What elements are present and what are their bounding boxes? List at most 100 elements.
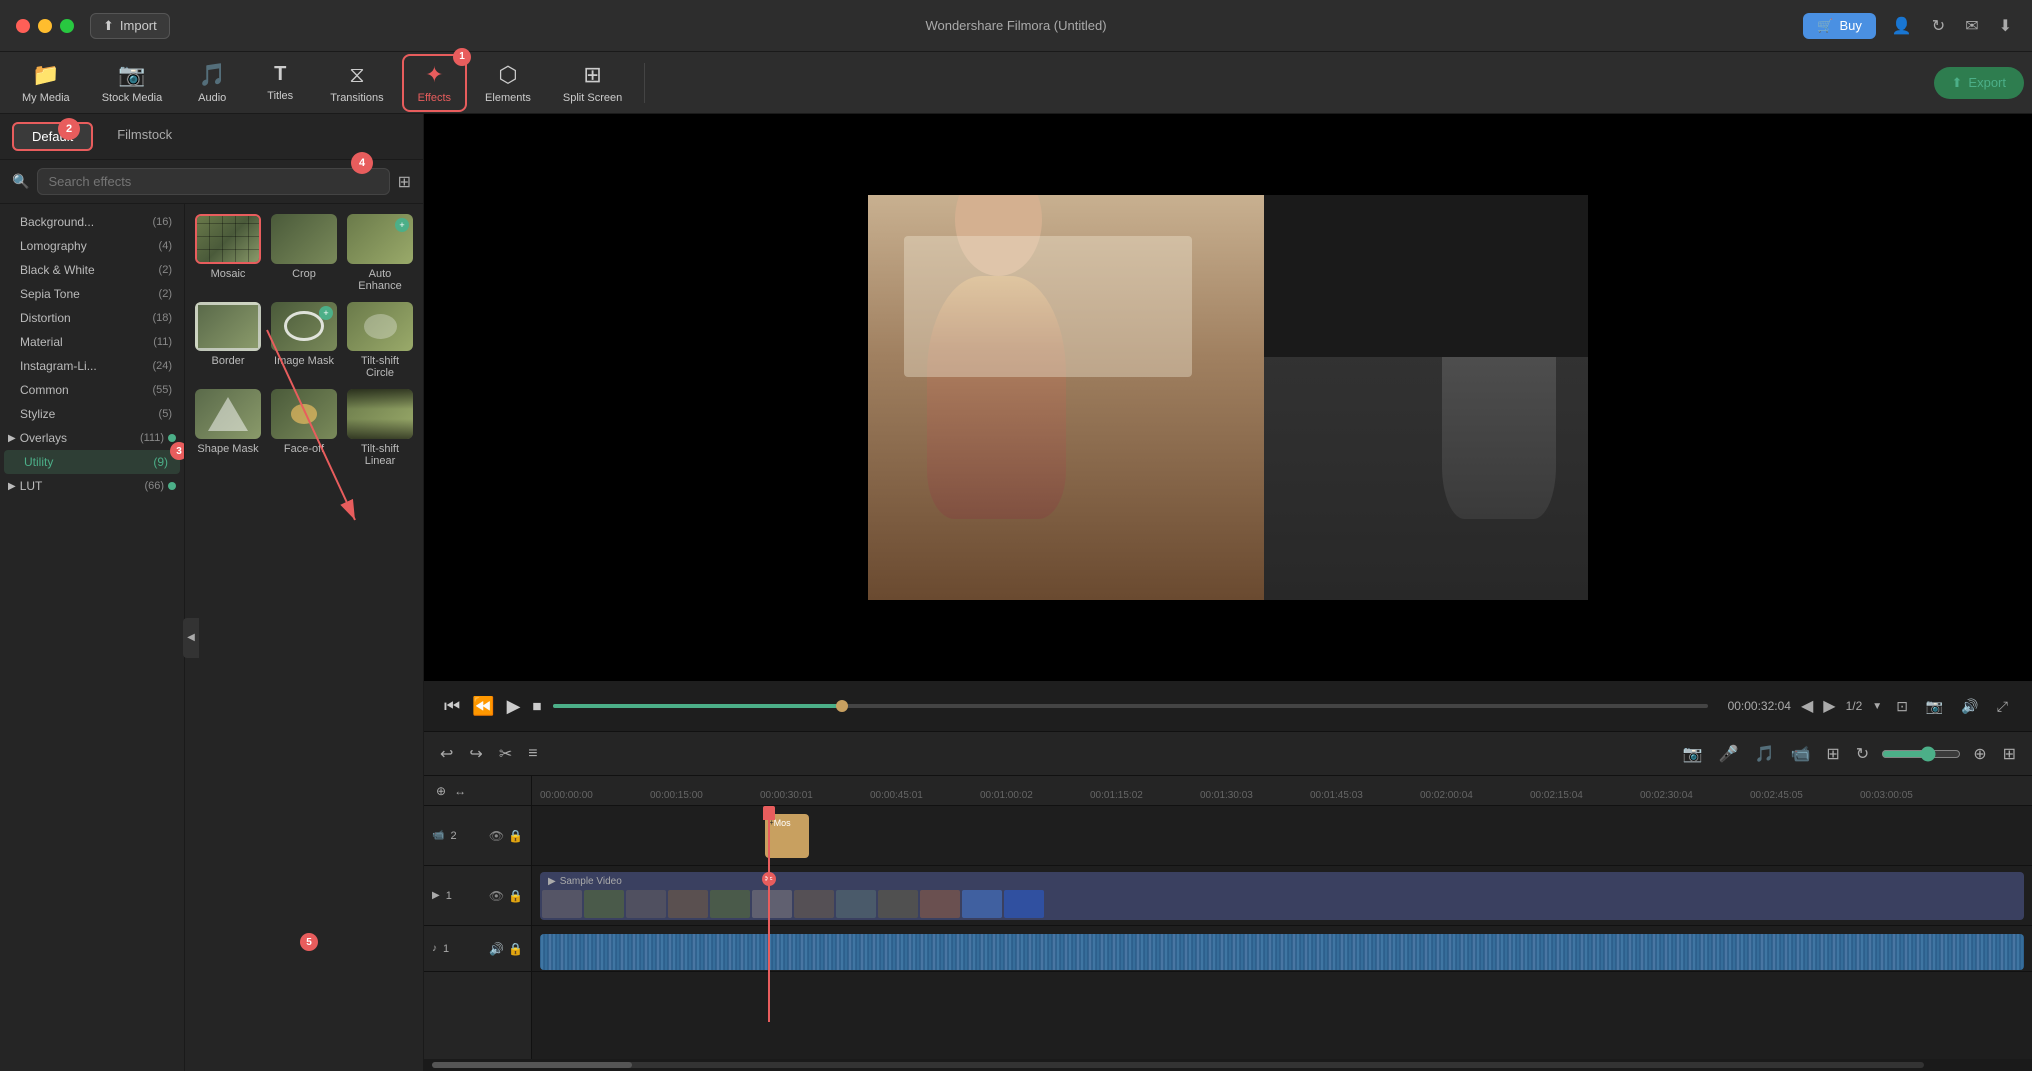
track-eye-button[interactable]: 👁: [489, 829, 504, 843]
audio-clip[interactable]: [540, 934, 2024, 970]
toolbar-stock-media[interactable]: 📷 Stock Media: [88, 56, 177, 110]
add-track-button[interactable]: ⊕: [432, 780, 450, 802]
effect-image-mask-thumb[interactable]: +: [271, 302, 337, 352]
camera-icon[interactable]: 📷: [1679, 740, 1707, 768]
track-label-effect: 📹 2 👁 🔒: [424, 806, 531, 866]
settings-tool-button[interactable]: ≡: [524, 741, 541, 767]
effect-shape-mask-thumb[interactable]: [195, 389, 261, 439]
category-lomography[interactable]: Lomography (4): [0, 234, 184, 258]
overlays-arrow-icon: ▶: [8, 433, 16, 444]
grid-view-icon[interactable]: ⊞: [398, 172, 411, 192]
category-material[interactable]: Material (11): [0, 330, 184, 354]
audio-track-lock-button[interactable]: 🔒: [508, 942, 523, 956]
search-input[interactable]: [37, 168, 389, 195]
effect-border[interactable]: Border: [195, 302, 261, 380]
elements-label: Elements: [485, 92, 531, 104]
effect-auto-enhance[interactable]: + Auto Enhance: [347, 214, 413, 292]
speed-dropdown-icon[interactable]: ▼: [1872, 701, 1882, 712]
effect-border-thumb[interactable]: [195, 302, 261, 352]
tab-default[interactable]: Default: [12, 122, 93, 151]
close-button[interactable]: [16, 19, 30, 33]
snap-button[interactable]: ↔: [450, 780, 470, 802]
tab-filmstock[interactable]: Filmstock: [99, 122, 190, 151]
cut-button[interactable]: ✂: [495, 740, 516, 768]
category-common[interactable]: Common (55): [0, 378, 184, 402]
grid-timeline-icon[interactable]: ⊞: [1999, 740, 2020, 768]
toolbar-elements[interactable]: ⬡ Elements: [471, 56, 545, 110]
toolbar-titles[interactable]: T Titles: [248, 57, 312, 108]
effect-face-off[interactable]: Face-off: [271, 389, 337, 467]
category-instagram[interactable]: Instagram-Li... (24): [0, 354, 184, 378]
effect-face-off-thumb[interactable]: [271, 389, 337, 439]
audio-icon: 🎵: [199, 62, 226, 88]
category-utility[interactable]: Utility (9) 3: [4, 450, 180, 474]
track-label-audio: ♪ 1 🔊 🔒: [424, 926, 531, 972]
settings-icon[interactable]: ⬇: [1995, 12, 2016, 40]
fullscreen-button[interactable]: ⤢: [1993, 694, 2012, 719]
effect-tilt-shift-circle-thumb[interactable]: [347, 302, 413, 352]
export-button[interactable]: ⬆ Export: [1934, 67, 2024, 99]
preview-area: ⏮ ⏪ ▶ ⏹ 00:00:32:04 ◀ ▶ 1/2 ▼ ⊡ 📷 🔊 ⤢: [424, 114, 2032, 1071]
split-tool-icon[interactable]: ⊞: [1822, 740, 1843, 768]
timeline-tracks[interactable]: 00:00:00:00 00:00:15:00 00:00:30:01 00:0…: [532, 776, 2032, 1059]
category-stylize[interactable]: Stylize (5): [0, 402, 184, 426]
video-track-eye-button[interactable]: 👁: [489, 889, 504, 903]
volume-button[interactable]: 🔊: [1957, 694, 1982, 719]
frame-back-button[interactable]: ⏪: [472, 696, 494, 717]
effect-clip-mosaic[interactable]: + Mos: [765, 814, 809, 858]
zoom-fit-icon[interactable]: ⊕: [1969, 740, 1990, 768]
effect-mosaic[interactable]: Mosaic: [195, 214, 261, 292]
effect-mosaic-thumb[interactable]: [195, 214, 261, 264]
import-button[interactable]: ⬆ Import: [90, 13, 170, 39]
redo-button[interactable]: ↪: [465, 740, 486, 768]
zoom-slider[interactable]: [1881, 746, 1961, 762]
scrollbar-thumb[interactable]: [432, 1062, 632, 1068]
toolbar-effects[interactable]: ✦ Effects 1: [402, 54, 467, 112]
video-tool-icon[interactable]: 📹: [1786, 740, 1814, 768]
buy-button[interactable]: 🛒 Buy: [1803, 13, 1876, 39]
maximize-button[interactable]: [60, 19, 74, 33]
toolbar-split-screen[interactable]: ⊞ Split Screen: [549, 56, 636, 110]
track-label-video: ▶ 1 👁 🔒: [424, 866, 531, 926]
collapse-panel-button[interactable]: ◀: [183, 618, 199, 658]
category-lut[interactable]: ▶ LUT (66): [0, 474, 184, 498]
effect-tilt-shift-linear[interactable]: Tilt-shift Linear: [347, 389, 413, 467]
category-black-white[interactable]: Black & White (2): [0, 258, 184, 282]
effect-shape-mask[interactable]: Shape Mask: [195, 389, 261, 467]
snapshot-button[interactable]: 📷: [1922, 694, 1947, 719]
category-distortion[interactable]: Distortion (18): [0, 306, 184, 330]
rewind-button[interactable]: ⏮: [444, 696, 460, 717]
playhead[interactable]: [768, 806, 770, 1022]
mic-icon[interactable]: 🎤: [1715, 740, 1743, 768]
refresh-icon[interactable]: ↻: [1928, 12, 1949, 40]
effect-auto-enhance-thumb[interactable]: +: [347, 214, 413, 264]
minimize-button[interactable]: [38, 19, 52, 33]
stop-button[interactable]: ⏹: [532, 696, 541, 717]
effect-tilt-shift-linear-thumb[interactable]: [347, 389, 413, 439]
track-lock-button[interactable]: 🔒: [508, 829, 523, 843]
effect-tilt-shift-circle[interactable]: Tilt-shift Circle: [347, 302, 413, 380]
effect-crop[interactable]: Crop: [271, 214, 337, 292]
audio-tool-icon[interactable]: 🎵: [1751, 740, 1779, 768]
effect-image-mask[interactable]: + Image Mask: [271, 302, 337, 380]
overlays-badge-dot: [168, 434, 176, 442]
undo-button[interactable]: ↩: [436, 740, 457, 768]
next-frame-icon[interactable]: ▶: [1823, 696, 1835, 716]
progress-bar[interactable]: [553, 704, 1707, 708]
effect-crop-thumb[interactable]: [271, 214, 337, 264]
category-background[interactable]: Background... (16): [0, 210, 184, 234]
video-track-lock-button[interactable]: 🔒: [508, 889, 523, 903]
toolbar-transitions[interactable]: ⧖ Transitions: [316, 56, 397, 110]
audio-track-vol-button[interactable]: 🔊: [489, 942, 504, 956]
category-overlays[interactable]: ▶ Overlays (111): [0, 426, 184, 450]
loop-icon[interactable]: ↻: [1852, 740, 1873, 768]
toolbar-audio[interactable]: 🎵 Audio: [180, 56, 244, 110]
category-sepia-tone[interactable]: Sepia Tone (2): [0, 282, 184, 306]
prev-frame-icon[interactable]: ◀: [1801, 696, 1813, 716]
message-icon[interactable]: ✉: [1961, 12, 1982, 40]
toolbar-my-media[interactable]: 📁 My Media: [8, 56, 84, 110]
account-icon[interactable]: 👤: [1888, 12, 1916, 40]
scrollbar-track[interactable]: [432, 1062, 1924, 1068]
fit-screen-button[interactable]: ⊡: [1892, 694, 1912, 719]
play-button[interactable]: ▶: [507, 696, 521, 717]
